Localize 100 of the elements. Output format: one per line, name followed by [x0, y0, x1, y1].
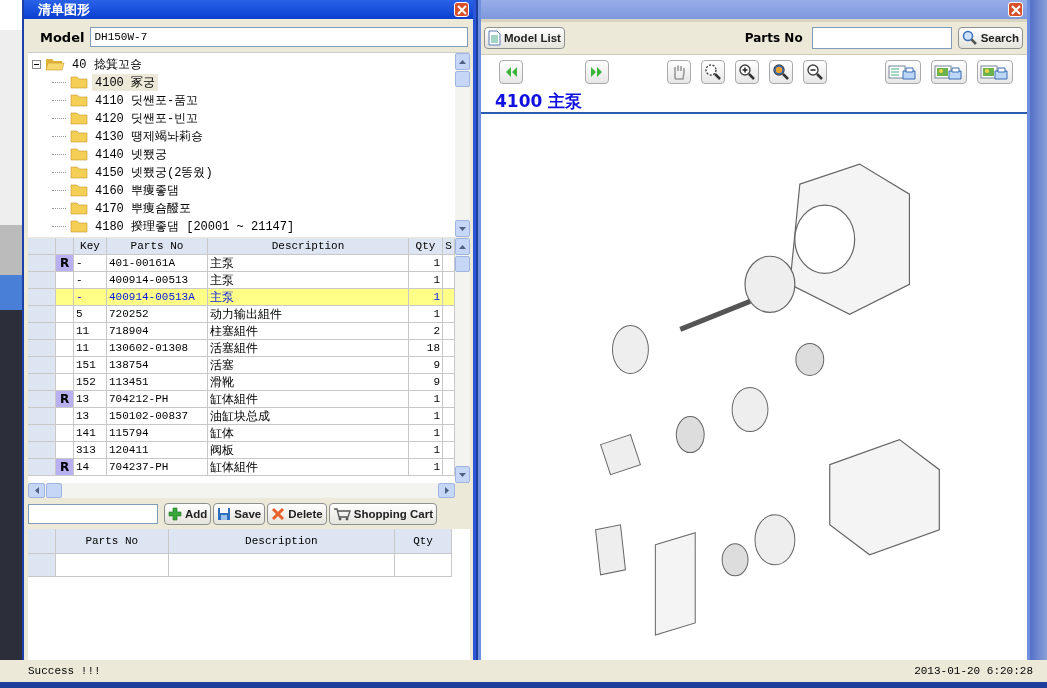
table-cell: 150102-00837	[107, 408, 208, 424]
revision-badge: R	[56, 255, 73, 271]
column-header[interactable]: Description	[168, 529, 396, 553]
tree-item[interactable]: 4130 땡제竭놔莉숑	[92, 127, 206, 145]
model-field[interactable]: DH150W-7	[90, 27, 468, 47]
table-cell: 1	[409, 442, 443, 458]
column-header[interactable]: Description	[208, 238, 409, 254]
tree-item[interactable]: 4110 딧쌘포-품꼬	[92, 91, 202, 109]
tree-item[interactable]: 4180 揆理좋댐 [20001 ~ 21147]	[92, 217, 298, 235]
tree-item[interactable]: 40 捻箕꼬숑	[69, 55, 145, 73]
table-cell: 13	[74, 391, 107, 407]
table-row[interactable]: 5 720252 动力输出組件 1	[28, 306, 455, 323]
print-button[interactable]	[885, 60, 921, 84]
table-cell: 动力输出組件	[208, 306, 409, 322]
zoom-area-button[interactable]	[701, 60, 725, 84]
print-button[interactable]	[931, 60, 967, 84]
horizontal-scrollbar[interactable]	[28, 483, 455, 498]
table-row[interactable]: R 13 704212-PH 缸体組件 1	[28, 391, 455, 408]
status-datetime: 2013-01-20 6:20:28	[914, 665, 1033, 677]
column-header[interactable]: Qty	[409, 238, 443, 254]
table-row[interactable]: 11 718904 柱塞組件 2	[28, 323, 455, 340]
scrollbar[interactable]	[455, 53, 470, 237]
table-cell: 活塞組件	[208, 340, 409, 356]
table-cell: 缸体組件	[208, 391, 409, 407]
table-cell: 9	[409, 357, 443, 373]
folder-icon	[70, 165, 88, 179]
column-header[interactable]: Parts No	[107, 238, 208, 254]
table-cell: 313	[74, 442, 107, 458]
column-header[interactable]: Parts No	[55, 529, 169, 553]
table-cell: 1	[409, 306, 443, 322]
tree-item[interactable]: 4120 딧쌘포-빈꼬	[92, 109, 202, 127]
shopping-cart-button[interactable]: Shopping Cart	[328, 503, 437, 525]
folder-icon	[70, 219, 88, 233]
table-cell: 13	[74, 408, 107, 424]
table-cell: 1	[409, 255, 443, 271]
column-header[interactable]: Key	[74, 238, 107, 254]
delete-button[interactable]: Delete	[267, 503, 327, 525]
folder-icon	[70, 75, 88, 89]
table-row[interactable]	[28, 554, 452, 577]
table-cell: 704237-PH	[107, 459, 208, 475]
tree-item[interactable]: 4140 넷쬈궁	[92, 145, 170, 163]
save-button[interactable]: Save	[213, 503, 266, 525]
search-button[interactable]: Search	[957, 27, 1023, 49]
close-button[interactable]	[1008, 2, 1023, 17]
scroll-thumb[interactable]	[46, 483, 62, 498]
magnifier-icon	[806, 63, 824, 81]
table-cell: 1	[409, 459, 443, 475]
table-cell: -	[74, 272, 107, 288]
pan-button[interactable]	[667, 60, 691, 84]
double-right-arrow-icon	[590, 66, 604, 78]
revision-badge: R	[56, 391, 73, 407]
table-cell: 9	[409, 374, 443, 390]
close-icon	[456, 4, 467, 15]
down-arrow-icon	[459, 226, 466, 231]
document-icon	[488, 30, 501, 46]
table-row[interactable]: 151 138754 活塞 9	[28, 357, 455, 374]
close-button[interactable]	[454, 2, 469, 17]
model-list-button[interactable]: Model List	[484, 27, 565, 49]
print-button[interactable]	[977, 60, 1013, 84]
column-header[interactable]: Qty	[395, 529, 452, 553]
collapse-toggle[interactable]	[32, 59, 41, 69]
zoom-fit-button[interactable]	[769, 60, 793, 84]
table-cell: 主泵	[208, 272, 409, 288]
quantity-field[interactable]	[28, 504, 158, 524]
magnifier-icon	[738, 63, 756, 81]
close-icon	[1010, 4, 1021, 15]
table-cell: 1	[409, 272, 443, 288]
scroll-thumb[interactable]	[455, 71, 470, 87]
table-row[interactable]: 141 115794 缸体 1	[28, 425, 455, 442]
magnifier-icon	[772, 63, 790, 81]
table-cell: 120411	[107, 442, 208, 458]
table-row[interactable]: 313 120411 阀板 1	[28, 442, 455, 459]
table-row[interactable]: 13 150102-00837 油缸块总成 1	[28, 408, 455, 425]
parts-no-field[interactable]	[811, 27, 952, 49]
zoom-out-button[interactable]	[803, 60, 827, 84]
next-button[interactable]	[585, 60, 609, 84]
table-row[interactable]: - 400914-00513A 主泵 1	[28, 289, 455, 306]
previous-button[interactable]	[499, 60, 523, 84]
table-row[interactable]: 152 113451 滑靴 9	[28, 374, 455, 391]
tree-item[interactable]: 4170 뿌痩숌醱포	[92, 199, 194, 217]
scrollbar[interactable]	[455, 238, 470, 483]
table-row[interactable]: R 14 704237-PH 缸体組件 1	[28, 459, 455, 476]
table-cell: 1	[409, 408, 443, 424]
printer-icon	[888, 63, 918, 81]
table-cell: 18	[409, 340, 443, 356]
tree-item[interactable]: 4150 넷쬈궁(2똥웠)	[92, 163, 216, 181]
table-cell: 11	[74, 340, 107, 356]
magnifier-icon	[704, 63, 722, 81]
window-title: 清单图形	[38, 0, 90, 19]
table-cell: 115794	[107, 425, 208, 441]
table-row[interactable]: 11 130602-01308 活塞組件 18	[28, 340, 455, 357]
tree-item[interactable]: 4100 冢궁	[92, 73, 158, 91]
zoom-in-button[interactable]	[735, 60, 759, 84]
table-cell: 主泵	[208, 289, 409, 305]
tree-item[interactable]: 4160 뿌痩좋댐	[92, 181, 182, 199]
down-arrow-icon	[459, 472, 466, 477]
scroll-thumb[interactable]	[455, 256, 470, 272]
table-cell: 缸体	[208, 425, 409, 441]
table-row[interactable]: R - 401-00161A 主泵 1	[28, 255, 455, 272]
add-button[interactable]: Add	[164, 503, 212, 525]
